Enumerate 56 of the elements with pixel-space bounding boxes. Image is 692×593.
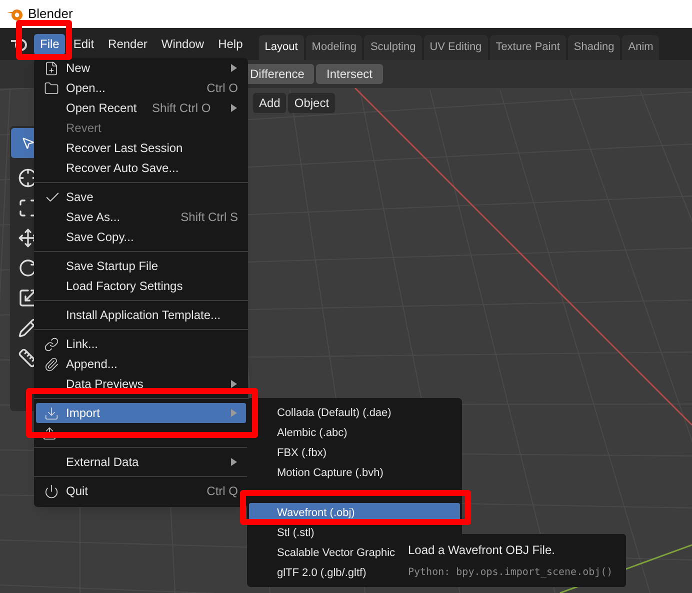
download-icon [44,406,59,420]
submenu-arrow-icon [230,458,238,466]
menu-item[interactable]: FBX (.fbx) [249,443,460,463]
window-title: Blender [28,5,73,24]
workspace-tab[interactable]: Shading [568,35,620,60]
menu-button[interactable]: Edit [67,34,100,54]
menu-item[interactable]: Save As... Shift Ctrl S [36,207,246,227]
menu-item[interactable]: Data Previews [36,374,246,394]
folder-icon [44,80,59,96]
menu-item[interactable]: Install Application Template... [36,305,246,325]
menu-button[interactable]: Render [102,34,154,54]
menu-button[interactable]: Window [155,34,210,54]
submenu-arrow-icon [230,380,238,388]
new-file-icon [44,60,59,76]
submenu-arrow-icon [230,64,238,72]
menu-item[interactable]: Open Recent Shift Ctrl O [36,98,246,118]
workspace-tab[interactable]: Anim [622,35,660,60]
submenu-arrow-icon [230,409,238,417]
menu-item[interactable]: Link... [36,334,246,354]
paperclip-icon [44,356,59,372]
menu-button[interactable]: File [34,34,66,54]
workspace-tab[interactable]: Layout [258,35,304,60]
shortcut-label: Ctrl O [206,80,238,97]
menu-item[interactable]: Collada (Default) (.dae) [249,403,460,423]
header-menu-button[interactable]: Add [253,93,286,113]
workspace-tab[interactable]: UV Editing [424,35,488,60]
upload-icon [42,426,57,440]
app-logo-icon [10,37,28,51]
menu-item[interactable]: Load Factory Settings [36,276,246,296]
shortcut-label: Ctrl Q [206,483,238,500]
highlight-frame [16,20,72,60]
menu-item[interactable]: Save [36,187,246,207]
shortcut-label: Shift Ctrl S [180,209,238,226]
menu-item[interactable]: Alembic (.abc) [249,423,460,443]
power-icon [44,484,59,498]
menu-item[interactable]: Motion Capture (.bvh) [249,463,460,483]
menu-item[interactable]: Import [36,403,246,423]
menu-item[interactable]: Save Startup File [36,256,246,276]
shortcut-label: Shift Ctrl O [152,100,211,117]
workspace-tab[interactable]: Sculpting [364,35,422,60]
mode-button[interactable]: Intersect [316,64,383,84]
menu-item[interactable]: Recover Last Session [36,138,246,158]
workspace-tab[interactable]: Modeling [306,35,362,60]
menu-item[interactable]: Quit Ctrl Q [36,481,246,501]
workspace-tab[interactable]: Texture Paint [490,35,566,60]
link-icon [44,336,59,352]
pointer-icon [21,136,35,150]
menu-item[interactable]: Recover Auto Save... [36,158,246,178]
menu-item[interactable]: External Data [36,452,246,472]
tooltip-description: Load a Wavefront OBJ File. [408,542,556,559]
menu-item[interactable]: Save Copy... [36,227,246,247]
menu-button[interactable]: Help [212,34,249,54]
menu-item[interactable]: Append... [36,354,246,374]
tooltip-python: Python: bpy.ops.import_scene.obj() [408,566,614,580]
header-menu-button[interactable]: Object [288,93,336,113]
submenu-arrow-icon [230,104,238,112]
